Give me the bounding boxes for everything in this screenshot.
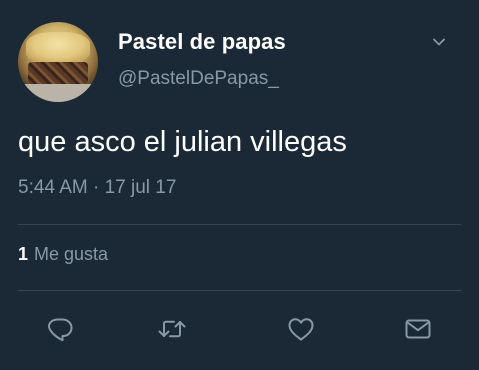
- reply-icon: [48, 318, 73, 342]
- action-bar: [0, 312, 479, 346]
- tweet-card: Pastel de papas @PastelDePapas_ que asco…: [0, 0, 479, 370]
- tweet-text: que asco el julian villegas: [18, 126, 347, 158]
- likes-label: Me gusta: [34, 244, 109, 264]
- meta-separator: ·: [93, 177, 100, 198]
- likes-summary[interactable]: 1 Me gusta: [18, 244, 108, 265]
- retweet-button[interactable]: [155, 312, 189, 346]
- author-name[interactable]: Pastel de papas: [118, 29, 286, 55]
- avatar-crust: [26, 32, 90, 62]
- avatar-filling: [28, 62, 88, 84]
- envelope-icon: [405, 319, 431, 339]
- chevron-down-icon[interactable]: [431, 34, 447, 50]
- retweet-icon: [158, 320, 186, 338]
- tweet-timestamp[interactable]: 5:44 AM · 17 jul 17: [18, 177, 176, 199]
- divider: [18, 290, 461, 291]
- reply-button[interactable]: [43, 312, 77, 346]
- like-button[interactable]: [284, 312, 318, 346]
- tweet-date: 17 jul 17: [104, 177, 177, 198]
- divider: [18, 224, 461, 225]
- avatar[interactable]: [18, 22, 98, 102]
- author-handle[interactable]: @PastelDePapas_: [118, 68, 279, 90]
- likes-count: 1: [18, 244, 29, 264]
- avatar-plate: [18, 84, 98, 102]
- direct-message-button[interactable]: [401, 312, 435, 346]
- tweet-time: 5:44 AM: [18, 177, 88, 198]
- heart-icon: [288, 318, 314, 341]
